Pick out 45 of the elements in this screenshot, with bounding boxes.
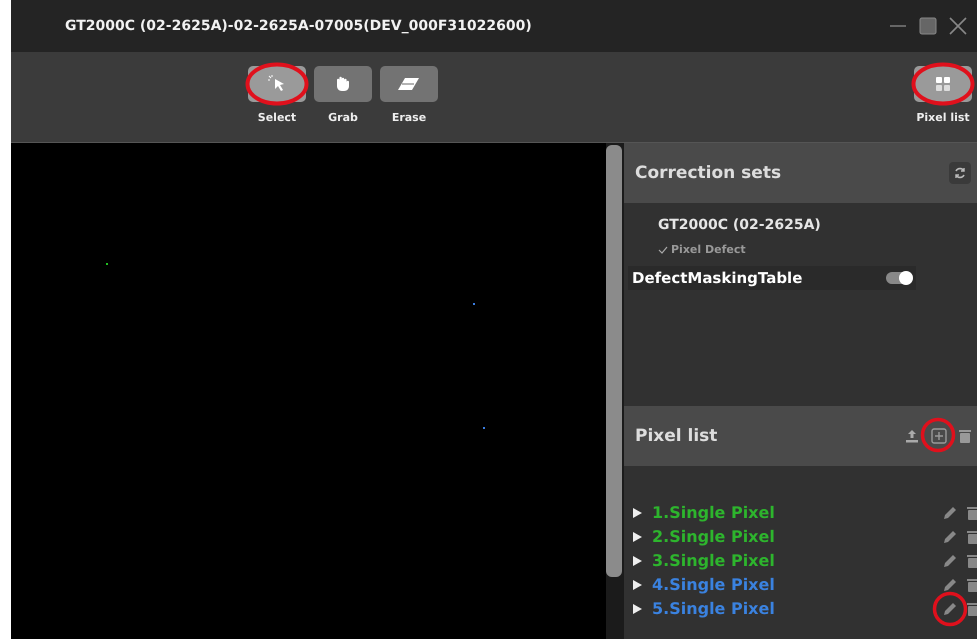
pencil-icon[interactable] <box>943 578 957 592</box>
expand-arrow-icon[interactable] <box>633 508 642 518</box>
add-icon[interactable] <box>931 428 947 444</box>
tool-label: Pixel list <box>916 111 970 124</box>
refresh-icon <box>953 166 967 180</box>
maximize-icon[interactable] <box>919 17 937 35</box>
hand-icon <box>334 75 352 93</box>
tool-button[interactable] <box>380 66 438 102</box>
refresh-button[interactable] <box>949 162 971 184</box>
tool-label: Grab <box>328 111 358 124</box>
table-name: DefectMaskingTable <box>632 269 802 287</box>
trash-icon[interactable] <box>967 602 977 616</box>
scrollbar-thumb[interactable] <box>606 145 622 577</box>
category-label[interactable]: Pixel Defect <box>671 243 746 256</box>
close-icon[interactable] <box>949 17 967 35</box>
trash-icon[interactable] <box>967 554 977 568</box>
trash-icon[interactable] <box>967 578 977 592</box>
tool-label: Erase <box>392 111 426 124</box>
pencil-icon[interactable] <box>943 554 957 568</box>
eraser-icon <box>397 76 421 92</box>
expand-arrow-icon[interactable] <box>633 556 642 566</box>
trash-icon[interactable] <box>967 506 977 520</box>
trash-icon[interactable] <box>967 530 977 544</box>
trash-icon[interactable] <box>959 429 971 443</box>
pencil-icon[interactable] <box>943 602 957 616</box>
expand-arrow-icon[interactable] <box>633 580 642 590</box>
pixel-item[interactable]: 2.Single Pixel <box>652 527 933 546</box>
panel-title: Correction sets <box>635 163 782 183</box>
pencil-icon[interactable] <box>943 506 957 520</box>
panel-title: Pixel list <box>635 426 718 446</box>
tool-button[interactable] <box>314 66 372 102</box>
expand-arrow-icon[interactable] <box>633 604 642 614</box>
grid-icon <box>935 76 951 92</box>
tool-label: Select <box>258 111 296 124</box>
pixel-item[interactable]: 4.Single Pixel <box>652 575 933 594</box>
pencil-icon[interactable] <box>943 530 957 544</box>
pixel-item[interactable]: 1.Single Pixel <box>652 503 933 522</box>
pixel-item[interactable]: 3.Single Pixel <box>652 551 933 570</box>
upload-icon[interactable] <box>905 429 919 443</box>
table-row[interactable]: DefectMaskingTable <box>628 266 916 290</box>
device-name: GT2000C (02-2625A) <box>658 217 822 233</box>
toggle-switch[interactable] <box>886 272 912 284</box>
pixel-item[interactable]: 5.Single Pixel <box>652 599 933 618</box>
expand-arrow-icon[interactable] <box>633 532 642 542</box>
window-title: GT2000C (02-2625A)-02-2625A-07005(DEV_000F31022600) <box>65 18 532 34</box>
